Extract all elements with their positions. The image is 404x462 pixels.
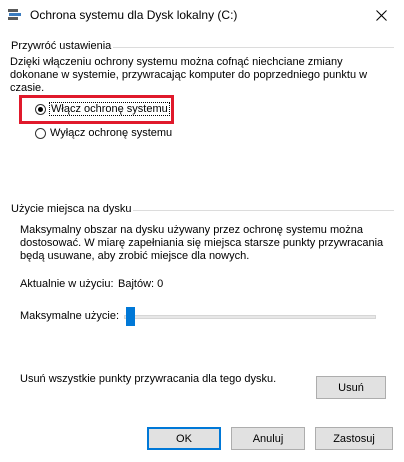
disk-usage-description-line-2: dostosować. W miarę zapełniania się miej… (20, 237, 384, 249)
system-protection-icon (8, 9, 21, 20)
delete-points-text: Usuń wszystkie punkty przywracania dla t… (20, 373, 277, 385)
disk-usage-description-line-1: Maksymalny obszar na dysku używany przez… (20, 224, 363, 236)
enable-protection-label: Włącz ochronę systemu (49, 102, 170, 116)
radio-unchecked-indicator (35, 127, 46, 139)
ok-button-label: OK (176, 432, 192, 445)
title-bar: Ochrona systemu dla Dysk lokalny (C:) (0, 0, 404, 30)
apply-button[interactable]: Zastosuj (315, 427, 393, 450)
delete-button-label: Usuń (338, 381, 364, 394)
delete-button[interactable]: Usuń (316, 376, 386, 399)
ok-button[interactable]: OK (147, 427, 221, 450)
max-usage-label: Maksymalne użycie: (20, 310, 120, 322)
close-button[interactable] (358, 0, 404, 30)
current-usage-label: Aktualnie w użyciu: (20, 278, 114, 290)
disable-protection-radio[interactable]: Wyłącz ochronę systemu (35, 127, 172, 139)
disk-usage-description-line-3: będą usuwane, aby zrobić miejsce dla now… (20, 250, 250, 262)
cancel-button-label: Anuluj (252, 432, 284, 445)
disk-usage-group-title: Użycie miejsca na dysku (9, 203, 134, 215)
enable-protection-radio[interactable]: Włącz ochronę systemu (35, 102, 170, 116)
disable-protection-label: Wyłącz ochronę systemu (50, 127, 173, 139)
current-usage-value: Bajtów: 0 (118, 278, 164, 290)
close-icon (375, 9, 387, 21)
restore-description-line-1: Dzięki włączeniu ochrony systemu można c… (10, 56, 343, 68)
restore-description-line-3: czasie. (10, 82, 45, 94)
window-title: Ochrona systemu dla Dysk lokalny (C:) (30, 8, 238, 22)
restore-group-title: Przywróć ustawienia (9, 40, 114, 52)
cancel-button[interactable]: Anuluj (231, 427, 305, 450)
radio-checked-indicator (35, 103, 46, 115)
max-usage-slider-thumb[interactable] (126, 307, 135, 326)
restore-description-line-2: dokonane w systemie, przywracając komput… (10, 69, 368, 81)
max-usage-slider-track[interactable] (124, 315, 376, 319)
apply-button-label: Zastosuj (333, 432, 375, 445)
